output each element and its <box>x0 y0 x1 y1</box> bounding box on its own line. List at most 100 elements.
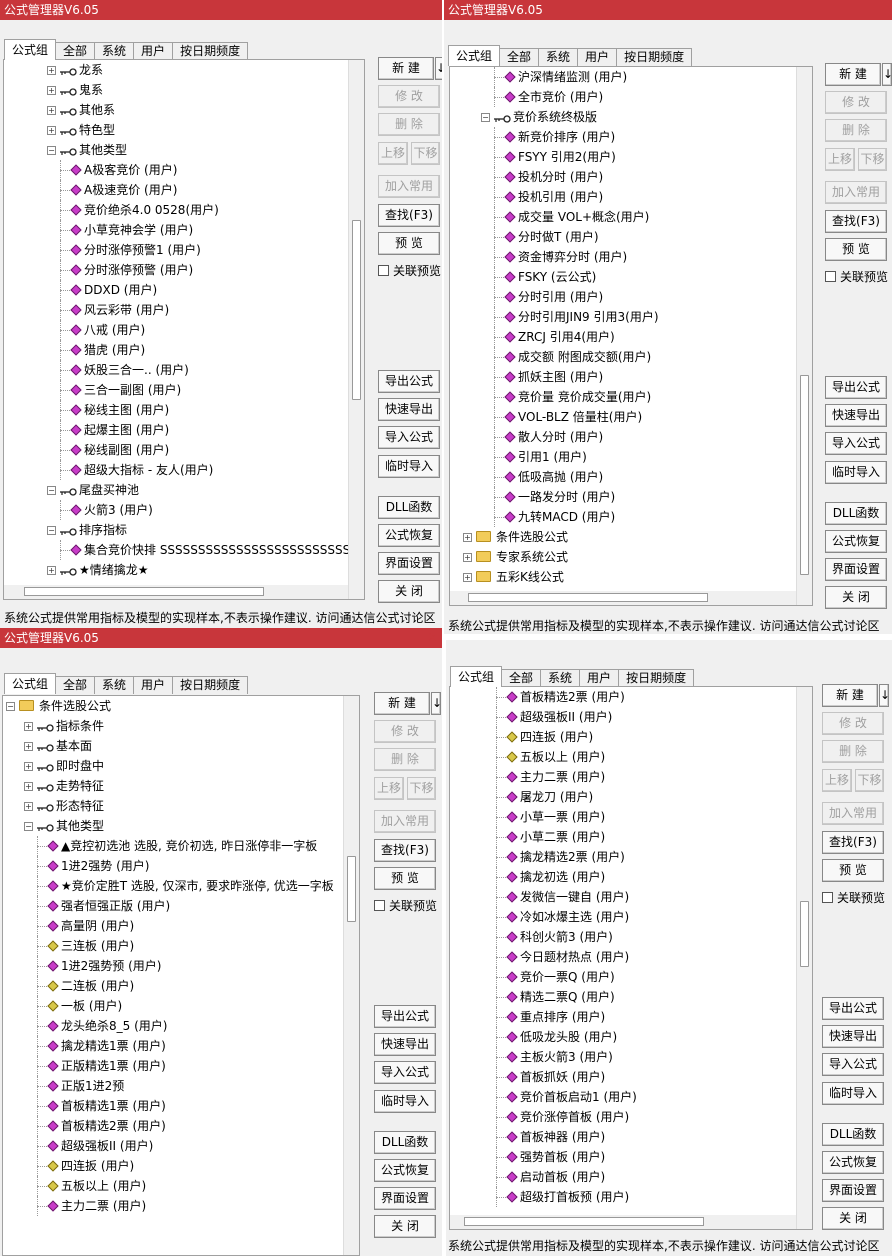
scroll-thumb[interactable] <box>347 856 356 922</box>
link-preview-checkbox[interactable]: 关联预览 <box>822 890 885 906</box>
tree-node[interactable]: A极速竞价 (用户) <box>4 180 348 200</box>
tree-node[interactable]: 投机分时 (用户) <box>450 167 796 187</box>
tab-formula-group[interactable]: 公式组 <box>450 666 503 687</box>
ui-settings-button[interactable]: 界面设置 <box>374 1187 436 1210</box>
tree-node[interactable]: 强者恒强正版 (用户) <box>3 896 343 916</box>
tree-node[interactable]: 分时引用JIN9 引用3(用户) <box>450 307 796 327</box>
tree-node[interactable]: 起爆主图 (用户) <box>4 420 348 440</box>
plus-box-icon[interactable]: + <box>463 533 472 542</box>
horizontal-scrollbar[interactable] <box>450 591 796 605</box>
tree-node[interactable]: 风云彩带 (用户) <box>4 300 348 320</box>
modify-button[interactable]: 修 改 <box>825 91 887 114</box>
tree-node[interactable]: + 五彩K线公式 <box>450 567 796 587</box>
temp-import-button[interactable]: 临时导入 <box>378 455 440 478</box>
export-button[interactable]: 导出公式 <box>378 370 440 393</box>
vertical-scrollbar[interactable] <box>348 60 364 599</box>
checkbox-box[interactable] <box>378 265 389 276</box>
link-preview-checkbox[interactable]: 关联预览 <box>825 269 888 285</box>
restore-button[interactable]: 公式恢复 <box>378 524 440 547</box>
horizontal-scrollbar[interactable] <box>4 585 348 599</box>
tree-node[interactable]: − 排序指标 <box>4 520 348 540</box>
tree-node[interactable]: 龙头绝杀8_5 (用户) <box>3 1016 343 1036</box>
tree-node[interactable]: 首板抓妖 (用户) <box>450 1067 796 1087</box>
dll-button[interactable]: DLL函数 <box>374 1131 436 1154</box>
find-button[interactable]: 查找(F3) <box>822 831 884 854</box>
dll-button[interactable]: DLL函数 <box>825 502 887 525</box>
tree-node[interactable]: 发微信一键自 (用户) <box>450 887 796 907</box>
tree-node[interactable]: + 特色型 <box>4 120 348 140</box>
tree-node[interactable]: 1进2强势 (用户) <box>3 856 343 876</box>
tree-node[interactable]: 猎虎 (用户) <box>4 340 348 360</box>
tab-system[interactable]: 系统 <box>540 669 581 687</box>
tree-node[interactable]: 小草二票 (用户) <box>450 827 796 847</box>
tree-node[interactable]: 成交量 VOL+概念(用户) <box>450 207 796 227</box>
tree-node[interactable]: 成交额 附图成交额(用户) <box>450 347 796 367</box>
checkbox-box[interactable] <box>825 271 836 282</box>
tree-node[interactable]: FSYY 引用2(用户) <box>450 147 796 167</box>
delete-button[interactable]: 删 除 <box>378 113 440 136</box>
tree-node[interactable]: − 其他类型 <box>4 140 348 160</box>
tree-node[interactable]: 五板以上 (用户) <box>3 1176 343 1196</box>
tree-node[interactable]: 引用1 (用户) <box>450 447 796 467</box>
tab-by-date[interactable]: 按日期频度 <box>172 42 249 60</box>
new-arrow-button[interactable]: ↓ <box>431 692 442 715</box>
tree-node[interactable]: 竞价首板启动1 (用户) <box>450 1087 796 1107</box>
tree-node[interactable]: 分时引用 (用户) <box>450 287 796 307</box>
scroll-thumb[interactable] <box>352 220 361 400</box>
import-button[interactable]: 导入公式 <box>378 426 440 449</box>
delete-button[interactable]: 删 除 <box>822 740 884 763</box>
plus-box-icon[interactable]: + <box>463 573 472 582</box>
tree-node[interactable]: FSKY (云公式) <box>450 267 796 287</box>
restore-button[interactable]: 公式恢复 <box>374 1159 436 1182</box>
tree-node[interactable]: + 即时盘中 <box>3 756 343 776</box>
tree-node[interactable]: 低吸高抛 (用户) <box>450 467 796 487</box>
tree-node[interactable]: 竞价涨停首板 (用户) <box>450 1107 796 1127</box>
tree-node[interactable]: 主板火箭3 (用户) <box>450 1047 796 1067</box>
link-preview-checkbox[interactable]: 关联预览 <box>374 898 437 914</box>
tree-node[interactable]: 冷如冰爆主选 (用户) <box>450 907 796 927</box>
tree-node[interactable]: 沪深情绪监测 (用户) <box>450 67 796 87</box>
add-common-button[interactable]: 加入常用 <box>374 810 436 833</box>
minus-box-icon[interactable]: − <box>6 702 15 711</box>
plus-box-icon[interactable]: + <box>47 86 56 95</box>
modify-button[interactable]: 修 改 <box>822 712 884 735</box>
scroll-thumb[interactable] <box>800 901 809 967</box>
tree-node[interactable]: 四连扳 (用户) <box>450 727 796 747</box>
tree-node[interactable]: + 指标条件 <box>3 716 343 736</box>
tree-node[interactable]: 二连板 (用户) <box>3 976 343 996</box>
add-common-button[interactable]: 加入常用 <box>825 181 887 204</box>
horizontal-scrollbar[interactable] <box>450 1215 796 1229</box>
move-up-button[interactable]: 上移 <box>822 769 852 792</box>
minus-box-icon[interactable]: − <box>47 146 56 155</box>
new-button[interactable]: 新 建 <box>825 63 881 86</box>
temp-import-button[interactable]: 临时导入 <box>822 1082 884 1105</box>
quick-export-button[interactable]: 快速导出 <box>822 1025 884 1048</box>
vertical-scrollbar[interactable] <box>796 687 812 1229</box>
tree-node[interactable]: 竞价绝杀4.0 0528(用户) <box>4 200 348 220</box>
dll-button[interactable]: DLL函数 <box>822 1123 884 1146</box>
tree-node[interactable]: DDXD (用户) <box>4 280 348 300</box>
dll-button[interactable]: DLL函数 <box>378 496 440 519</box>
tree-node[interactable]: 三连板 (用户) <box>3 936 343 956</box>
tree-node[interactable]: 分时做T (用户) <box>450 227 796 247</box>
tree-node[interactable]: 分时涨停预警1 (用户) <box>4 240 348 260</box>
new-arrow-button[interactable]: ↓ <box>882 63 892 86</box>
link-preview-checkbox[interactable]: 关联预览 <box>378 263 441 279</box>
tab-all[interactable]: 全部 <box>55 42 96 60</box>
tree-node[interactable]: 竞价一票Q (用户) <box>450 967 796 987</box>
tree-node[interactable]: 分时涨停预警 (用户) <box>4 260 348 280</box>
tree-node[interactable]: 八戒 (用户) <box>4 320 348 340</box>
modify-button[interactable]: 修 改 <box>374 720 436 743</box>
tree-node[interactable]: 秘线副图 (用户) <box>4 440 348 460</box>
formula-tree[interactable]: 沪深情绪监测 (用户) 全市竞价 (用户) − 竞价系统终极版 新竞价排序 (用户) FS… <box>449 66 813 606</box>
plus-box-icon[interactable]: + <box>47 66 56 75</box>
tree-node[interactable]: + ★情绪擒龙★ <box>4 560 348 580</box>
minus-box-icon[interactable]: − <box>24 822 33 831</box>
checkbox-box[interactable] <box>822 892 833 903</box>
new-button[interactable]: 新 建 <box>378 57 434 80</box>
formula-tree[interactable]: − 条件选股公式 + 指标条件 + 基本面 + 即时盘中 + 走势特征 + 形态特征 − 其他类型 ▲竞控初… <box>2 695 360 1256</box>
tree-node[interactable]: 超级强板II (用户) <box>450 707 796 727</box>
tree-node[interactable]: 秘线主图 (用户) <box>4 400 348 420</box>
preview-button[interactable]: 预 览 <box>822 859 884 882</box>
tab-user[interactable]: 用户 <box>133 676 174 694</box>
